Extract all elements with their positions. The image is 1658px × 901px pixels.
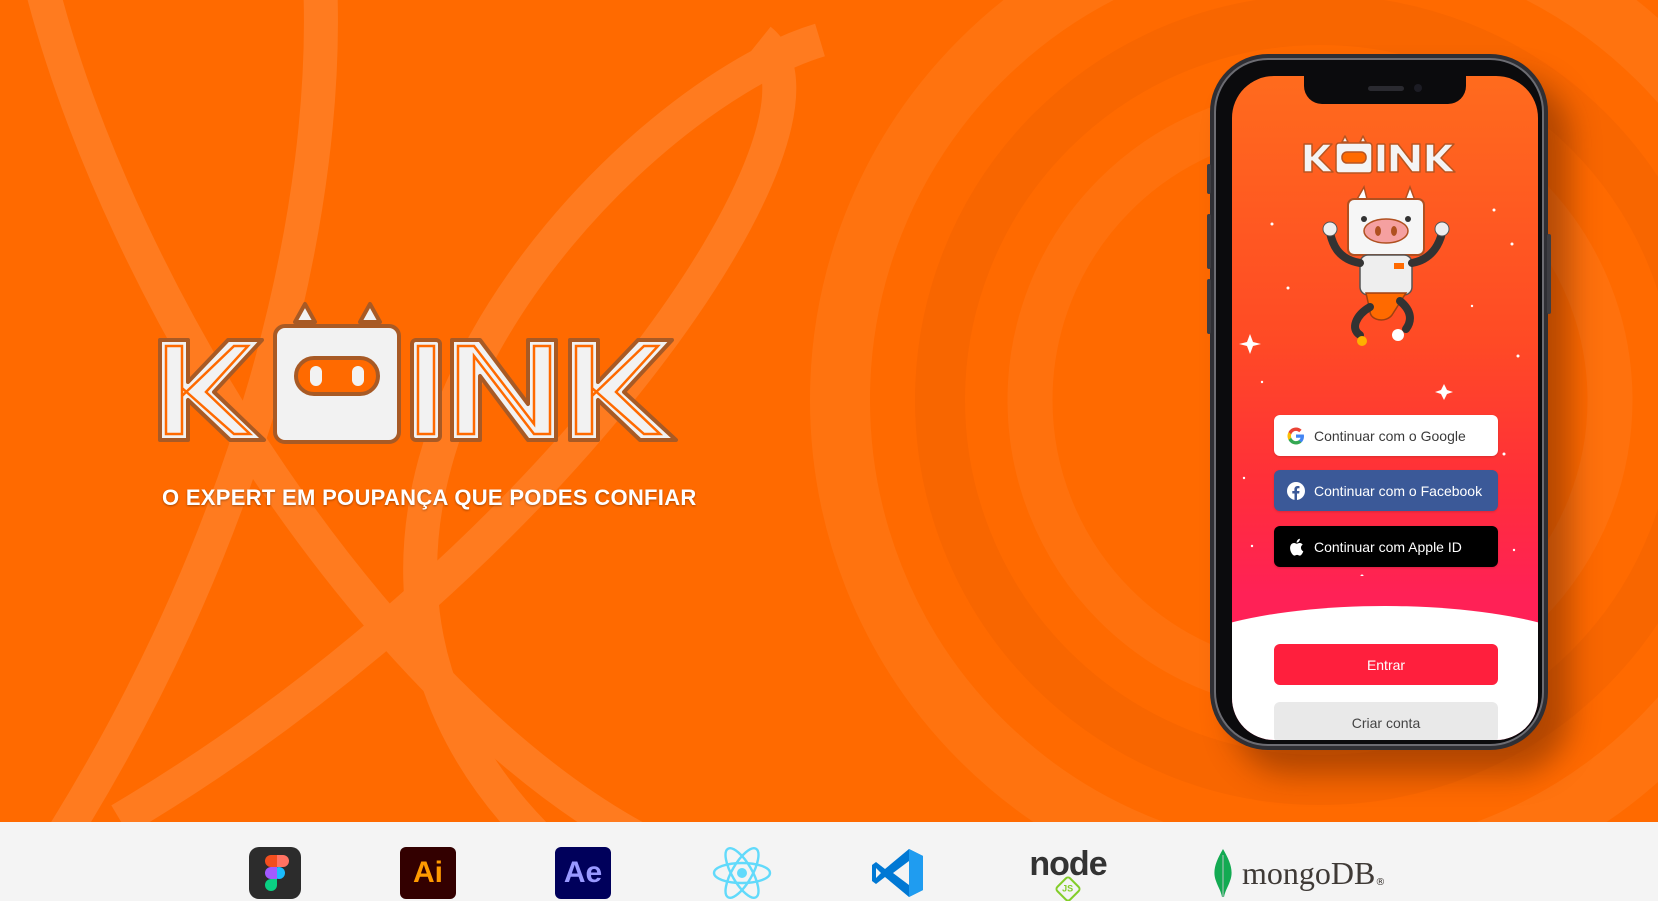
mongodb-icon: mongoDB ® [1212,846,1412,900]
continue-with-facebook-button[interactable]: Continuar com o Facebook [1274,470,1498,511]
react-icon [710,846,774,900]
phone-side-button [1207,214,1211,269]
continue-with-google-button[interactable]: Continuar com o Google [1274,415,1498,456]
phone-frame: Continuar com o Google Continuar com o F… [1214,58,1544,746]
facebook-button-label: Continuar com o Facebook [1314,482,1483,499]
figma-icon [248,846,302,900]
google-button-label: Continuar com o Google [1314,427,1466,444]
phone-notch [1304,76,1466,104]
criar-conta-button[interactable]: Criar conta [1274,702,1498,740]
mongodb-registered-mark: ® [1375,876,1386,888]
phone-side-button [1547,234,1551,314]
tagline: O EXPERT EM POUPANÇA QUE PODES CONFIAR [162,485,697,510]
phone-side-button [1207,164,1211,194]
entrar-button[interactable]: Entrar [1274,644,1498,685]
phone-mockup: Continuar com o Google Continuar com o F… [1207,54,1551,750]
koink-logo [158,302,678,444]
brand-area: O EXPERT EM POUPANÇA QUE PODES CONFIAR [150,300,730,520]
hero-section: O EXPERT EM POUPANÇA QUE PODES CONFIAR C… [0,0,1658,822]
mongodb-leaf-icon [1214,849,1232,897]
facebook-icon [1286,481,1306,501]
vscode-icon [870,846,926,900]
tools-strip: Ai Ae node JS mongoDB ® [0,822,1658,901]
continue-with-apple-button[interactable]: Continuar com Apple ID [1274,526,1498,567]
nodejs-icon: node JS [1022,846,1114,901]
illustrator-icon: Ai [400,846,456,900]
pig-robot-mascot [1322,184,1450,346]
after-effects-icon: Ae [555,846,611,900]
after-effects-icon-label: Ae [555,847,611,899]
google-icon [1286,426,1306,446]
phone-side-button [1207,279,1211,334]
app-logo [1303,135,1456,174]
apple-icon [1286,537,1306,557]
illustrator-icon-label: Ai [400,847,456,899]
nodejs-sub-label: JS [1062,883,1074,894]
apple-button-label: Continuar com Apple ID [1314,538,1462,555]
mongodb-label: mongoDB [1242,854,1376,891]
phone-screen: Continuar com o Google Continuar com o F… [1232,76,1538,740]
